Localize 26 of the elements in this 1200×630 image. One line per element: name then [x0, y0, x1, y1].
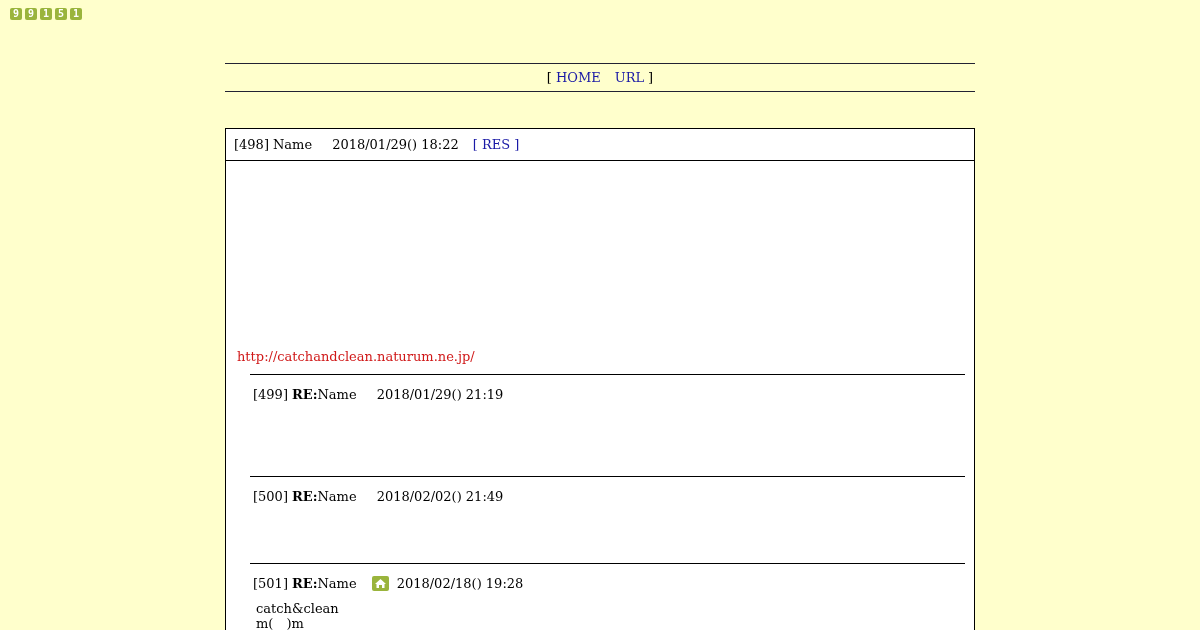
- reply-author: RE:Name: [291, 487, 357, 506]
- reply-date: 2018/01/29() 21:19: [376, 385, 504, 404]
- reply-text: catch&clean: [256, 601, 340, 616]
- bracket: [: [546, 68, 552, 87]
- nav-link[interactable]: HOME: [555, 67, 601, 88]
- counter-digit: 1: [70, 8, 82, 20]
- nav-link[interactable]: URL: [614, 67, 645, 88]
- reply-date: 2018/02/18() 19:28: [396, 574, 524, 593]
- post-date: 2018/01/29() 18:22: [332, 135, 459, 154]
- home-icon[interactable]: [371, 575, 389, 591]
- counter-digit: 1: [40, 8, 52, 20]
- reply-number: [499]: [253, 385, 288, 404]
- reply-author: RE:Name: [291, 385, 357, 404]
- counter-digit: 9: [10, 8, 22, 20]
- reply-number: [500]: [253, 487, 288, 506]
- res-link[interactable]: [ RES ]: [472, 134, 520, 155]
- post-author: Name: [272, 135, 313, 154]
- reply-text: m( )m: [256, 616, 305, 630]
- reply-date: 2018/02/02() 21:49: [376, 487, 504, 506]
- reply-number: [501]: [253, 574, 288, 593]
- bracket: ]: [648, 68, 654, 87]
- reply-author: RE:Name: [291, 574, 357, 593]
- url-link[interactable]: http://catchandclean.naturum.ne.jp/: [237, 349, 475, 364]
- post-number: [498]: [234, 135, 269, 154]
- counter-digit: 9: [25, 8, 37, 20]
- counter-digit: 5: [55, 8, 67, 20]
